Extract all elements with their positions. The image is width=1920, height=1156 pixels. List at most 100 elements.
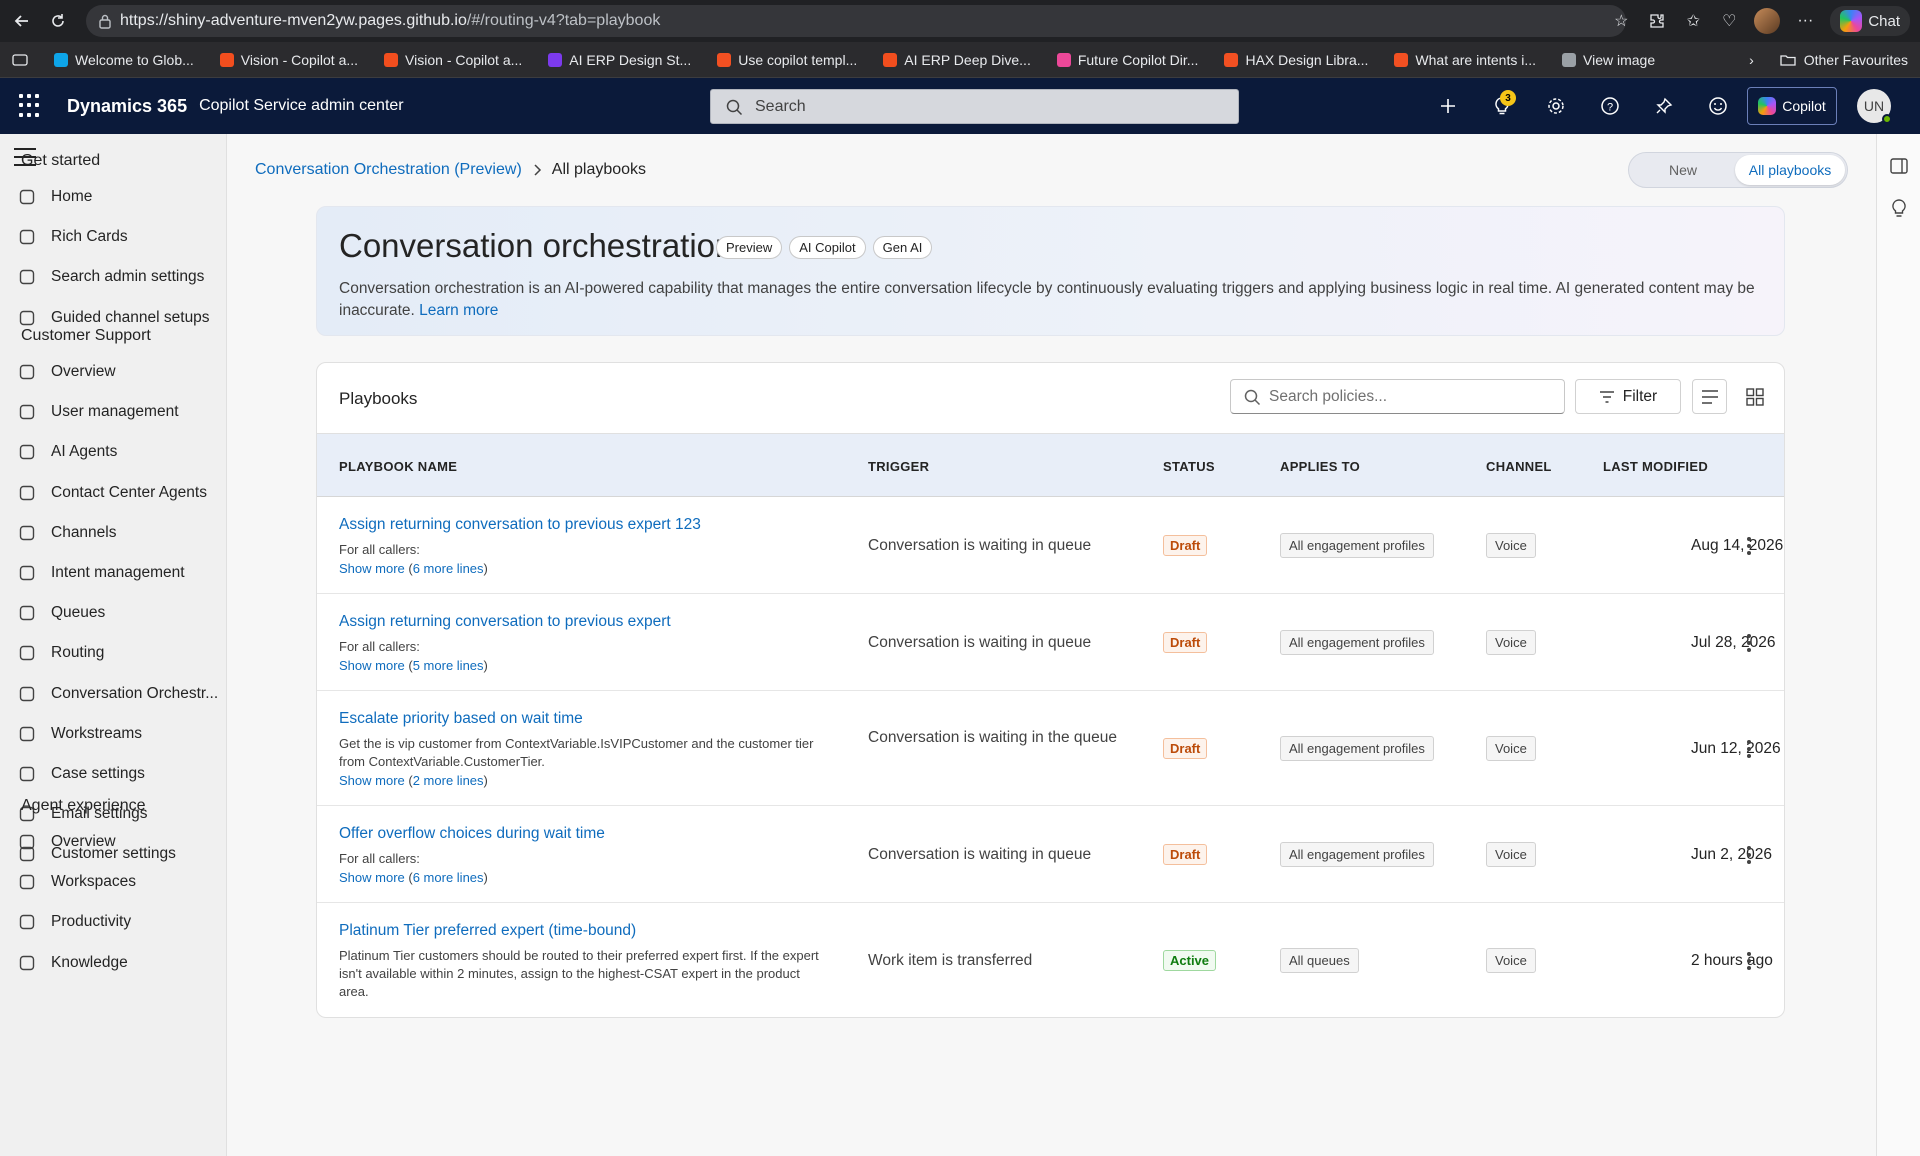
settings-gear-icon[interactable] <box>1540 90 1572 122</box>
sidebar-item[interactable]: Workstreams <box>0 717 226 751</box>
sidebar-item[interactable]: Home <box>0 180 226 214</box>
add-icon[interactable] <box>1432 90 1464 122</box>
status-badge: Draft <box>1163 737 1208 759</box>
status-badge: Draft <box>1163 534 1208 556</box>
favorite-link[interactable]: Vision - Copilot a... <box>384 52 522 68</box>
user-avatar[interactable]: UN <box>1857 89 1892 124</box>
column-header-applies-to[interactable]: APPLIES TO <box>1280 459 1360 474</box>
sidebar-item[interactable]: Workspaces <box>0 865 226 899</box>
more-lines-count: 6 more lines <box>412 561 484 576</box>
show-more-link[interactable]: Show more (6 more lines) <box>339 561 488 576</box>
column-header-trigger[interactable]: TRIGGER <box>868 459 929 474</box>
playbook-name-link[interactable]: Offer overflow choices during wait time <box>339 825 605 843</box>
channel-chip: Voice <box>1486 948 1536 973</box>
favorite-link[interactable]: HAX Design Libra... <box>1224 52 1368 68</box>
profile-picture[interactable] <box>1754 8 1781 34</box>
side-panel-icon[interactable] <box>1889 156 1909 176</box>
playbook-name-link[interactable]: Escalate priority based on wait time <box>339 710 583 728</box>
app-name[interactable]: Dynamics 365 <box>67 96 187 117</box>
chat-button[interactable]: Chat <box>1830 6 1910 36</box>
help-icon[interactable]: ? <box>1594 90 1626 122</box>
feedback-smiley-icon[interactable] <box>1702 90 1734 122</box>
sidebar-item[interactable]: Conversation Orchestr... <box>0 677 226 711</box>
sidebar-item[interactable]: Channels <box>0 516 226 550</box>
more-actions-icon[interactable] <box>1737 949 1761 973</box>
filter-button[interactable]: Filter <box>1575 379 1681 414</box>
sidebar-item[interactable]: Contact Center Agents <box>0 476 226 510</box>
list-view-icon <box>1701 389 1718 404</box>
chevron-right-icon <box>534 164 541 176</box>
learn-more-link[interactable]: Learn more <box>419 302 498 319</box>
copilot-button[interactable]: Copilot <box>1747 87 1837 125</box>
sidebar-item[interactable]: User management <box>0 395 226 429</box>
favorite-link[interactable]: Future Copilot Dir... <box>1056 52 1198 68</box>
sidebar-item[interactable]: Case settings <box>0 757 226 791</box>
favorites-folder-icon[interactable] <box>12 53 28 67</box>
pin-icon[interactable] <box>1648 90 1680 122</box>
sidebar-item[interactable]: AI Agents <box>0 435 226 469</box>
column-header-last-modified[interactable]: LAST MODIFIED <box>1603 459 1708 474</box>
show-more-label: Show more <box>339 870 405 885</box>
sidebar-item[interactable]: Queues <box>0 596 226 630</box>
extensions-icon[interactable] <box>1646 10 1668 32</box>
favorite-link[interactable]: Use copilot templ... <box>717 52 857 68</box>
browser-toolbar: https://shiny-adventure-mven2yw.pages.gi… <box>0 0 1920 42</box>
favorites-bar: Welcome to Glob... Vision - Copilot a... V… <box>0 42 1920 78</box>
sidebar-item[interactable]: Rich Cards <box>0 220 226 254</box>
show-more-link[interactable]: Show more (6 more lines) <box>339 870 488 885</box>
list-view-button[interactable] <box>1692 379 1727 414</box>
table-row: Offer overflow choices during wait time F… <box>317 806 1784 903</box>
channel-chip: Voice <box>1486 735 1536 761</box>
favorite-star-icon[interactable]: ☆ <box>1610 10 1632 32</box>
insights-lightbulb-icon[interactable] <box>1889 198 1909 218</box>
refresh-icon[interactable] <box>44 7 72 35</box>
sidebar-item[interactable]: Knowledge <box>0 946 226 980</box>
show-more-link[interactable]: Show more (5 more lines) <box>339 658 488 673</box>
app-launcher-icon[interactable] <box>19 94 43 118</box>
sidebar-section-title: Customer Support <box>21 327 151 344</box>
more-actions-icon[interactable] <box>1737 737 1761 761</box>
column-header-channel[interactable]: CHANNEL <box>1486 459 1552 474</box>
favorite-link[interactable]: View image <box>1562 52 1655 68</box>
more-actions-icon[interactable] <box>1737 631 1761 655</box>
column-header-name[interactable]: PLAYBOOK NAME <box>339 459 457 474</box>
favorite-link[interactable]: Vision - Copilot a... <box>219 52 358 68</box>
tab-all-playbooks[interactable]: All playbooks <box>1735 155 1845 185</box>
sidebar-item[interactable]: Overview <box>0 825 226 859</box>
playbook-name-link[interactable]: Assign returning conversation to previou… <box>339 516 701 534</box>
show-more-link[interactable]: Show more (2 more lines) <box>339 773 488 788</box>
breadcrumb-parent-link[interactable]: Conversation Orchestration (Preview) <box>255 161 522 179</box>
sidebar-item[interactable]: Productivity <box>0 905 226 939</box>
favorites-icon[interactable]: ✩ <box>1682 10 1704 32</box>
playbook-name-link[interactable]: Platinum Tier preferred expert (time-bou… <box>339 922 636 940</box>
lightbulb-icon[interactable]: 3 <box>1486 90 1518 122</box>
favorite-link[interactable]: AI ERP Design St... <box>548 52 691 68</box>
column-header-status[interactable]: STATUS <box>1163 459 1215 474</box>
tab-new[interactable]: New <box>1631 155 1735 185</box>
address-bar[interactable]: https://shiny-adventure-mven2yw.pages.gi… <box>86 5 1626 37</box>
back-icon[interactable] <box>8 7 36 35</box>
more-options-icon[interactable]: ··· <box>1794 10 1816 32</box>
more-actions-icon[interactable] <box>1737 843 1761 867</box>
global-search-input[interactable]: Search <box>710 89 1239 124</box>
sidebar-item[interactable]: Overview <box>0 355 226 389</box>
sidebar-item[interactable]: Routing <box>0 636 226 670</box>
table-row: Assign returning conversation to previou… <box>317 497 1784 594</box>
sidebar-item-label: Productivity <box>51 913 132 931</box>
more-actions-icon[interactable] <box>1737 534 1761 558</box>
favorite-link[interactable]: Welcome to Glob... <box>54 52 194 68</box>
sidebar-item[interactable]: Search admin settings <box>0 260 226 294</box>
favorite-label: Use copilot templ... <box>738 51 858 68</box>
sidebar-item[interactable]: Intent management <box>0 556 226 590</box>
search-icon <box>726 99 743 116</box>
favorite-link[interactable]: What are intents i... <box>1394 52 1536 68</box>
other-favourites[interactable]: Other Favourites <box>1804 52 1908 68</box>
favorite-link[interactable]: AI ERP Deep Dive... <box>883 52 1031 68</box>
policy-search-input[interactable]: Search policies... <box>1230 379 1565 414</box>
site-info-icon[interactable] <box>98 13 112 29</box>
grid-view-button[interactable] <box>1737 379 1772 414</box>
playbook-name-link[interactable]: Assign returning conversation to previou… <box>339 613 671 631</box>
chevron-right-icon[interactable]: › <box>1749 52 1754 68</box>
workstream-icon <box>19 726 35 741</box>
browser-essentials-icon[interactable]: ♡ <box>1718 10 1740 32</box>
